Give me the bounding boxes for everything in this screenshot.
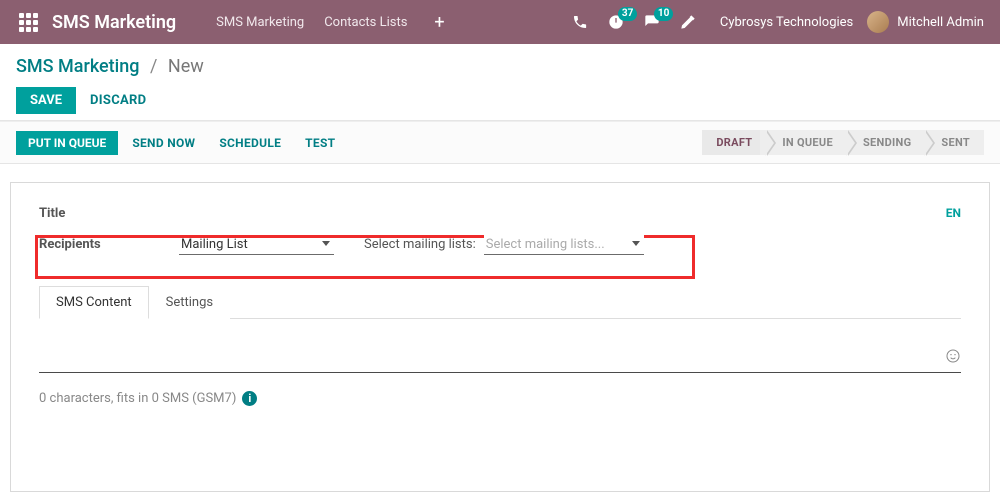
recipients-label: Recipients [39,237,179,252]
messages-icon[interactable]: 10 [644,14,660,30]
tabs: SMS Content Settings [39,285,961,319]
statusbar: PUT IN QUEUE SEND NOW SCHEDULE TEST DRAF… [0,121,1000,164]
schedule-button[interactable]: SCHEDULE [219,136,281,150]
nav-link-contacts-lists[interactable]: Contacts Lists [324,15,407,30]
activities-icon[interactable]: 37 [608,14,624,30]
save-button[interactable]: SAVE [16,87,76,114]
title-input[interactable] [179,205,936,221]
avatar [867,11,889,33]
lang-badge[interactable]: EN [946,206,961,220]
message-input[interactable] [39,347,961,373]
apps-icon[interactable] [16,10,40,34]
info-icon[interactable]: i [242,391,257,406]
breadcrumb: SMS Marketing / New [16,56,984,77]
nav-new-icon[interactable]: + [427,12,451,33]
mailing-lists-input[interactable] [484,235,644,255]
form-sheet: Title EN Recipients Select mailing lists… [10,182,990,492]
discard-button[interactable]: DISCARD [90,93,146,108]
nav-link-sms-marketing[interactable]: SMS Marketing [216,15,304,30]
breadcrumb-root[interactable]: SMS Marketing [16,56,139,77]
mailing-lists-label: Select mailing lists: [364,237,476,252]
character-counter: 0 characters, fits in 0 SMS (GSM7) [39,391,236,406]
navbar: SMS Marketing SMS Marketing Contacts Lis… [0,0,1000,44]
breadcrumb-sep: / [150,56,157,77]
put-in-queue-button[interactable]: PUT IN QUEUE [16,131,118,155]
title-label: Title [39,206,179,221]
emoji-icon[interactable] [945,348,961,368]
step-draft[interactable]: DRAFT [702,130,766,155]
test-button[interactable]: TEST [305,136,335,150]
company-switcher[interactable]: Cybrosys Technologies [720,15,853,30]
breadcrumb-leaf: New [168,56,204,77]
phone-icon[interactable] [572,14,588,30]
recipients-select[interactable] [179,235,334,255]
control-panel: SMS Marketing / New SAVE DISCARD [0,44,1000,121]
brand-title: SMS Marketing [52,12,176,33]
tab-settings[interactable]: Settings [149,286,230,319]
messages-badge: 10 [654,7,673,21]
settings-icon[interactable] [680,14,696,30]
tab-sms-content[interactable]: SMS Content [39,286,149,319]
user-menu[interactable]: Mitchell Admin [867,11,984,33]
username: Mitchell Admin [897,15,984,30]
activities-badge: 37 [618,7,637,21]
send-now-button[interactable]: SEND NOW [132,136,195,150]
